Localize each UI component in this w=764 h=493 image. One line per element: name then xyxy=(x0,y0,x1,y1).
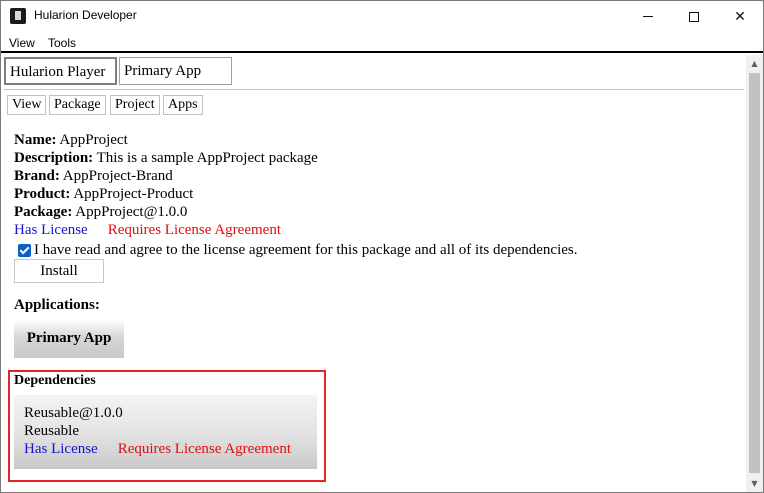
name-label: Name: xyxy=(14,132,57,148)
tab-divider xyxy=(4,89,744,90)
package-description: This is a sample AppProject package xyxy=(96,150,318,166)
window-title: Hularion Developer xyxy=(34,8,137,22)
package-version: AppProject@1.0.0 xyxy=(75,204,188,220)
package-product: AppProject-Product xyxy=(73,186,194,202)
dependency-requires-license-link[interactable]: Requires License Agreement xyxy=(118,441,291,457)
license-row: Has License Requires License Agreement xyxy=(14,221,318,239)
dependency-card[interactable]: Reusable@1.0.0 Reusable Has License Requi… xyxy=(14,395,317,469)
scrollbar-thumb[interactable] xyxy=(749,73,760,473)
arrow-up-icon[interactable]: ▲ xyxy=(746,55,763,72)
agree-row: I have read and agree to the license agr… xyxy=(18,241,578,259)
vertical-scrollbar[interactable]: ▲ ▼ xyxy=(746,55,763,492)
agree-label: I have read and agree to the license agr… xyxy=(34,241,578,258)
brand-label: Brand: xyxy=(14,168,60,184)
package-label: Package: xyxy=(14,204,73,220)
tab-hularion-player[interactable]: Hularion Player xyxy=(4,57,117,85)
requires-license-link[interactable]: Requires License Agreement xyxy=(108,222,281,238)
package-brand-row: Brand: AppProject-Brand xyxy=(14,167,318,185)
package-name: AppProject xyxy=(59,132,128,148)
hularion-app-icon xyxy=(10,8,26,24)
close-button[interactable]: ✕ xyxy=(717,1,763,32)
package-version-row: Package: AppProject@1.0.0 xyxy=(14,203,318,221)
dependency-license-row: Has License Requires License Agreement xyxy=(24,441,291,458)
maximize-icon xyxy=(689,11,699,22)
menu-bar: View Tools xyxy=(1,34,763,53)
package-info: Name: AppProject Description: This is a … xyxy=(14,131,318,239)
applications-heading: Applications: xyxy=(14,297,100,313)
minimize-button[interactable] xyxy=(625,1,671,32)
dependency-name: Reusable xyxy=(24,423,79,439)
maximize-button[interactable] xyxy=(671,1,717,32)
menu-view[interactable]: View xyxy=(9,36,35,50)
subtab-package[interactable]: Package xyxy=(49,95,106,115)
dependency-package: Reusable@1.0.0 xyxy=(24,405,123,421)
agree-checkbox[interactable] xyxy=(18,243,31,257)
subtab-apps[interactable]: Apps xyxy=(163,95,203,115)
description-label: Description: xyxy=(14,150,94,166)
package-product-row: Product: AppProject-Product xyxy=(14,185,318,203)
install-button[interactable]: Install xyxy=(14,259,104,283)
dependencies-heading: Dependencies xyxy=(14,373,96,388)
subtab-project[interactable]: Project xyxy=(110,95,160,115)
has-license-link[interactable]: Has License xyxy=(14,222,88,238)
minimize-icon xyxy=(643,16,653,17)
package-description-row: Description: This is a sample AppProject… xyxy=(14,149,318,167)
arrow-down-icon[interactable]: ▼ xyxy=(746,475,763,492)
subtab-view[interactable]: View xyxy=(7,95,47,115)
primary-app-button[interactable]: Primary App xyxy=(14,320,124,358)
tab-primary-app[interactable]: Primary App xyxy=(119,57,232,85)
package-name-row: Name: AppProject xyxy=(14,131,318,149)
menu-tools[interactable]: Tools xyxy=(48,36,76,50)
product-label: Product: xyxy=(14,186,71,202)
package-brand: AppProject-Brand xyxy=(62,168,173,184)
title-bar[interactable]: Hularion Developer ✕ xyxy=(1,1,763,32)
close-icon: ✕ xyxy=(734,8,746,25)
dependency-has-license-link[interactable]: Has License xyxy=(24,441,98,457)
app-window: Hularion Developer ✕ View Tools Hularion… xyxy=(0,0,764,493)
